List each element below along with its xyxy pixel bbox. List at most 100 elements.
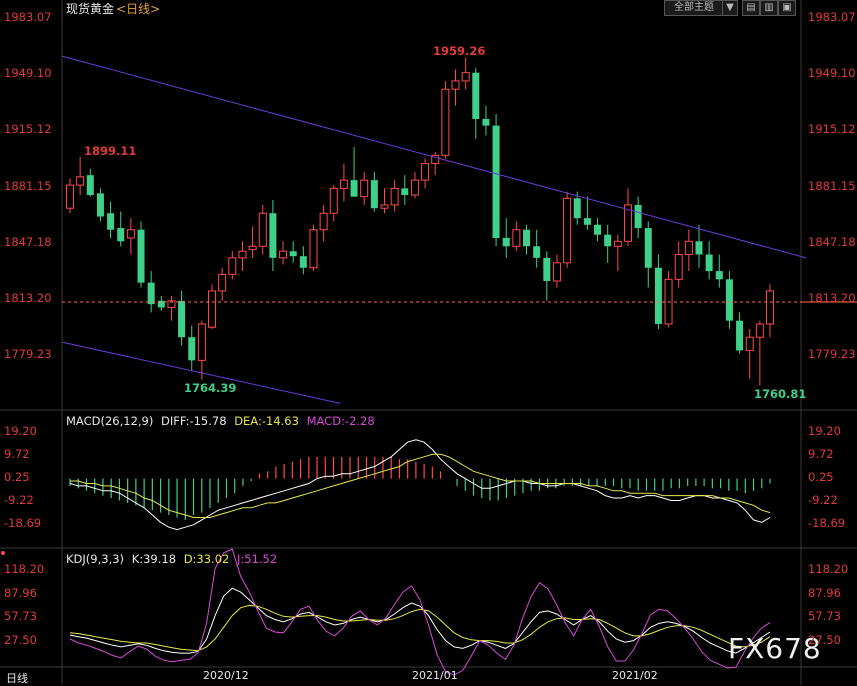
macd-axis-label-left: -18.69: [4, 516, 42, 530]
candle-body: [512, 229, 521, 247]
price-axis-label-left: 1983.07: [4, 10, 52, 24]
candle-body: [96, 193, 104, 217]
kdj-d-line: [69, 604, 771, 652]
kdj-j-value: J:51.52: [237, 552, 278, 566]
macd-axis-label-right: 0.25: [808, 470, 834, 484]
macd-dea-line: [70, 453, 771, 518]
macd-axis-label-left: -9.22: [4, 493, 34, 507]
price-axis-label-right: 1949.10: [808, 66, 856, 81]
kdj-header: KDJ(9,3,3) K:39.18 D:33.02 J:51.52: [66, 552, 277, 566]
candle-body: [634, 204, 642, 229]
candle-body: [613, 240, 622, 247]
kdj-k-line: [69, 587, 771, 654]
trend-line-upper: [61, 55, 807, 259]
candle-body: [248, 245, 257, 251]
price-axis-label-right: 1983.07: [808, 10, 856, 24]
price-axis-label-right: 1847.18: [808, 234, 856, 249]
candle-body: [117, 228, 125, 242]
macd-axis-label-left: 0.25: [4, 470, 30, 484]
kdj-axis-label-right: 87.96: [808, 585, 841, 600]
macd-title: MACD(26,12,9): [66, 414, 154, 428]
kdj-axis-label-right: 57.73: [808, 609, 841, 624]
macd-axis-label-right: -9.22: [808, 493, 838, 507]
candle-body: [76, 176, 85, 186]
candle-body: [258, 212, 267, 247]
macd-axis-label-left: 9.72: [4, 447, 30, 462]
candle-body: [289, 251, 297, 257]
price-axis-label-left: 1813.20: [4, 290, 52, 305]
candle-body: [552, 262, 561, 282]
kdj-axis-label-left: 118.20: [4, 562, 45, 576]
candle-body: [725, 279, 733, 321]
macd-diff-line: [69, 439, 771, 531]
candle-body: [401, 188, 409, 196]
price-axis-label-left: 1779.23: [4, 347, 52, 361]
candle-body: [654, 267, 662, 324]
candle-body: [86, 175, 94, 196]
macd-header: MACD(26,12,9) DIFF:-15.78 DEA:-14.63 MAC…: [66, 414, 375, 428]
candle-body: [279, 250, 288, 259]
kdj-title: KDJ(9,3,3): [66, 552, 125, 566]
candle-body: [502, 237, 510, 247]
candle-body: [451, 80, 460, 90]
kdj-k-value: K:39.18: [131, 552, 177, 566]
left-high-annotation: 1899.11: [84, 144, 137, 158]
date-label-dec: 2020/12: [203, 669, 249, 682]
candle-body: [472, 72, 480, 119]
price-axis-label-left: 1881.15: [4, 178, 52, 193]
candle-body: [126, 229, 135, 239]
candle-body: [188, 337, 196, 361]
candle-body: [197, 323, 206, 361]
price-axis-label-right: 1881.15: [808, 178, 856, 193]
macd-dea-value: DEA:-14.63: [234, 414, 299, 428]
candle-body: [66, 184, 74, 209]
candle-body: [269, 213, 277, 258]
high-annotation: 1959.26: [433, 44, 486, 58]
macd-axis-label-right: 19.20: [808, 424, 841, 438]
candle-body: [573, 198, 581, 219]
candle-body: [329, 187, 338, 214]
candle-body: [380, 204, 389, 209]
candle-body: [350, 180, 358, 197]
candle-body: [604, 234, 612, 247]
candle-body: [410, 179, 419, 196]
candle-body: [360, 179, 369, 198]
candle-body: [533, 246, 541, 258]
price-axis-label-right: 1779.23: [808, 347, 856, 361]
chart-canvas[interactable]: [0, 0, 857, 685]
macd-axis-label-right: 9.72: [808, 447, 834, 462]
macd-axis-label-left: 19.20: [4, 424, 37, 438]
candle-body: [715, 271, 723, 280]
candle-body: [644, 228, 652, 268]
kdj-axis-label-left: 27.50: [4, 633, 37, 647]
left-low-annotation: 1764.39: [184, 381, 237, 395]
candle-body: [228, 257, 237, 275]
candle-body: [390, 187, 399, 206]
candle-body: [137, 229, 145, 283]
candle-body: [755, 323, 764, 338]
candle-body: [705, 254, 713, 272]
macd-diff-value: DIFF:-15.78: [161, 414, 227, 428]
candle-body: [178, 300, 186, 338]
candle-body: [461, 72, 470, 82]
candle-body: [208, 290, 217, 328]
date-label-feb: 2021/02: [612, 669, 658, 682]
candle-body: [339, 179, 348, 189]
price-axis-label-right: 1915.12: [808, 122, 856, 137]
candle-body: [583, 218, 591, 225]
candle-body: [674, 254, 683, 280]
candle-body: [309, 229, 318, 269]
candle-body: [695, 241, 703, 255]
chart-window: 现货黄金 <日线> 全部主题 ▼ ▤ ▥ ▣ 1959.26 1899.11 17…: [0, 0, 857, 685]
period-footer[interactable]: 日线: [6, 670, 28, 686]
price-axis-label-left: 1847.18: [4, 234, 52, 249]
candle-body: [594, 224, 602, 235]
candle-body: [319, 212, 328, 231]
candle-body: [766, 290, 774, 325]
price-axis-label-left: 1949.10: [4, 66, 52, 81]
candle-body: [736, 320, 744, 351]
right-low-annotation: 1760.81: [754, 387, 807, 401]
candle-body: [218, 273, 227, 292]
kdj-j-line: [69, 548, 771, 676]
candle-body: [370, 180, 378, 209]
